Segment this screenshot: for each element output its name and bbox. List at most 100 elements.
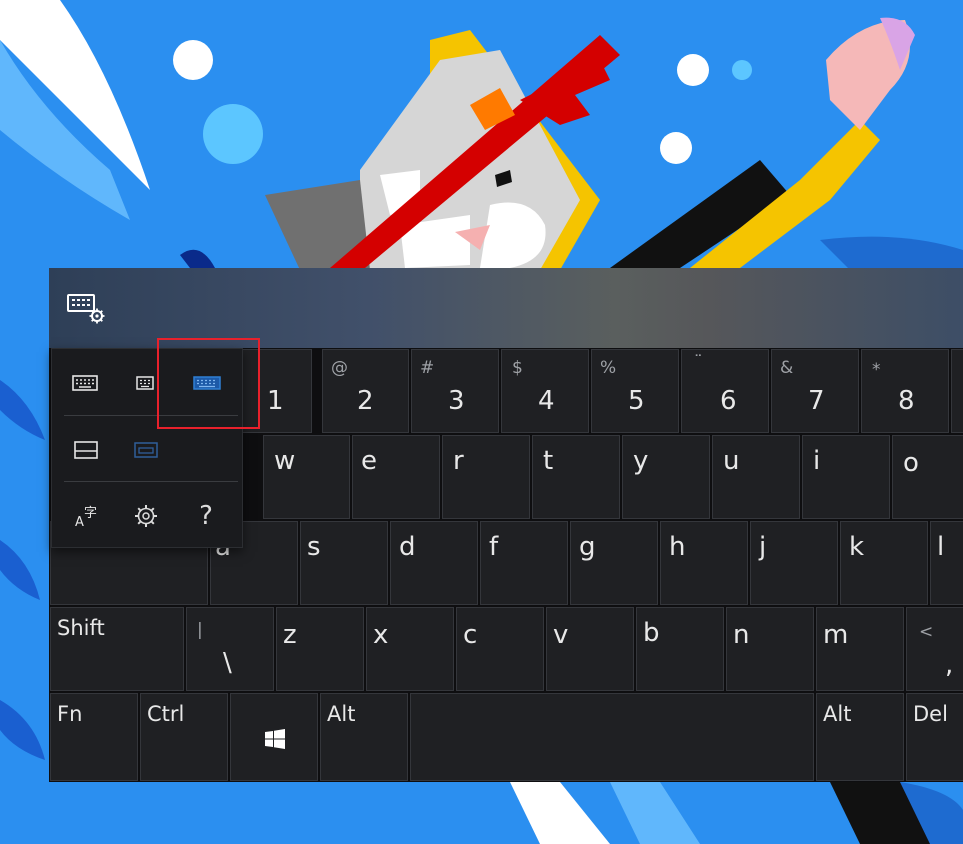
key-label: l <box>937 532 945 562</box>
key-y[interactable]: y <box>622 435 710 519</box>
key-r[interactable]: r <box>442 435 530 519</box>
key-label: j <box>759 532 767 562</box>
key-label: Fn <box>57 702 83 726</box>
key-m[interactable]: m <box>816 607 904 691</box>
key-d[interactable]: d <box>390 521 478 605</box>
key-shift[interactable]: Shift <box>50 607 184 691</box>
key-u[interactable]: u <box>712 435 800 519</box>
key-label: b <box>643 618 660 648</box>
language-icon: A 字 <box>71 501 101 531</box>
key-label: r <box>453 446 464 476</box>
key-f[interactable]: f <box>480 521 568 605</box>
windows-logo-icon <box>265 729 285 749</box>
key-7[interactable]: & 7 <box>771 349 859 433</box>
key-shift-label: # <box>420 358 435 378</box>
key-k[interactable]: k <box>840 521 928 605</box>
key-label: d <box>399 532 416 562</box>
key-label: t <box>543 446 554 476</box>
language-glyph: 字 <box>84 506 98 521</box>
keyboard-default-icon <box>72 375 98 391</box>
key-i[interactable]: i <box>802 435 890 519</box>
key-label: z <box>283 620 297 650</box>
key-e[interactable]: e <box>352 435 440 519</box>
menu-divider <box>64 481 238 482</box>
help-button[interactable]: ? <box>184 495 228 537</box>
key-label: 8 <box>898 386 915 416</box>
key-h[interactable]: h <box>660 521 748 605</box>
key-n[interactable]: n <box>726 607 814 691</box>
key-alt-left[interactable]: Alt <box>320 693 408 781</box>
key-label: Shift <box>57 616 105 640</box>
key-w[interactable]: w <box>263 435 350 519</box>
key-shift-label: | <box>197 620 203 640</box>
keyboard-settings-button[interactable] <box>65 290 109 326</box>
key-label: s <box>307 532 321 562</box>
key-label: , <box>945 650 954 680</box>
key-label: h <box>669 532 686 562</box>
key-shift-label: $ <box>512 358 523 378</box>
key-v[interactable]: v <box>546 607 634 691</box>
key-label: Del <box>913 702 948 726</box>
key-label: \ <box>223 648 232 678</box>
key-2[interactable]: @ 2 <box>322 349 409 433</box>
key-comma[interactable]: < , <box>906 607 963 691</box>
key-3[interactable]: # 3 <box>411 349 499 433</box>
key-l[interactable]: l <box>930 521 963 605</box>
key-x[interactable]: x <box>366 607 454 691</box>
key-windows[interactable] <box>230 693 318 781</box>
keyboard-undocked-icon <box>134 442 158 458</box>
key-5[interactable]: % 5 <box>591 349 679 433</box>
key-label: g <box>579 532 596 562</box>
key-label: i <box>813 446 821 476</box>
key-label: Alt <box>327 702 356 726</box>
help-icon: ? <box>199 501 213 531</box>
keyboard-title-bar <box>49 268 963 348</box>
key-label: Ctrl <box>147 702 185 726</box>
key-c[interactable]: c <box>456 607 544 691</box>
key-9-partial[interactable] <box>951 349 963 433</box>
undocked-mode-button[interactable] <box>124 429 168 471</box>
key-shift-label: & <box>780 358 794 378</box>
keyboard-small-icon <box>136 376 154 390</box>
key-z[interactable]: z <box>276 607 364 691</box>
key-shift-label: ¨ <box>694 352 703 372</box>
key-shift-label: * <box>872 360 881 380</box>
key-ctrl[interactable]: Ctrl <box>140 693 228 781</box>
key-o[interactable]: o <box>892 435 963 519</box>
key-label: m <box>823 620 849 650</box>
keyboard-docked-icon <box>74 441 98 459</box>
key-label: u <box>723 446 740 476</box>
settings-button[interactable] <box>124 495 168 537</box>
key-del[interactable]: Del <box>906 693 963 781</box>
layout-default-button[interactable] <box>60 363 110 403</box>
key-label: w <box>274 446 296 476</box>
key-space[interactable] <box>410 693 814 781</box>
key-8[interactable]: * 8 <box>861 349 949 433</box>
highlight-box <box>157 338 260 429</box>
key-t[interactable]: t <box>532 435 620 519</box>
docked-mode-button[interactable] <box>66 429 106 471</box>
key-j[interactable]: j <box>750 521 838 605</box>
key-label: c <box>463 620 478 650</box>
key-backslash[interactable]: | \ <box>186 607 274 691</box>
key-b[interactable]: b <box>636 607 724 691</box>
key-shift-label: < <box>919 622 934 642</box>
key-label: 4 <box>538 386 555 416</box>
key-fn[interactable]: Fn <box>50 693 138 781</box>
key-4[interactable]: $ 4 <box>501 349 589 433</box>
key-label: o <box>903 448 919 478</box>
key-label: 1 <box>267 386 284 416</box>
key-s[interactable]: s <box>300 521 388 605</box>
gear-icon <box>135 505 157 527</box>
key-alt-right[interactable]: Alt <box>816 693 904 781</box>
key-label: v <box>553 620 569 650</box>
key-label: x <box>373 620 389 650</box>
key-label: e <box>361 446 377 476</box>
language-button[interactable]: A 字 <box>64 495 108 537</box>
language-letter: A <box>75 515 84 530</box>
key-label: y <box>633 446 649 476</box>
key-label: Alt <box>823 702 852 726</box>
keyboard-settings-icon <box>67 294 105 324</box>
key-6[interactable]: ¨ 6 <box>681 349 769 433</box>
key-g[interactable]: g <box>570 521 658 605</box>
